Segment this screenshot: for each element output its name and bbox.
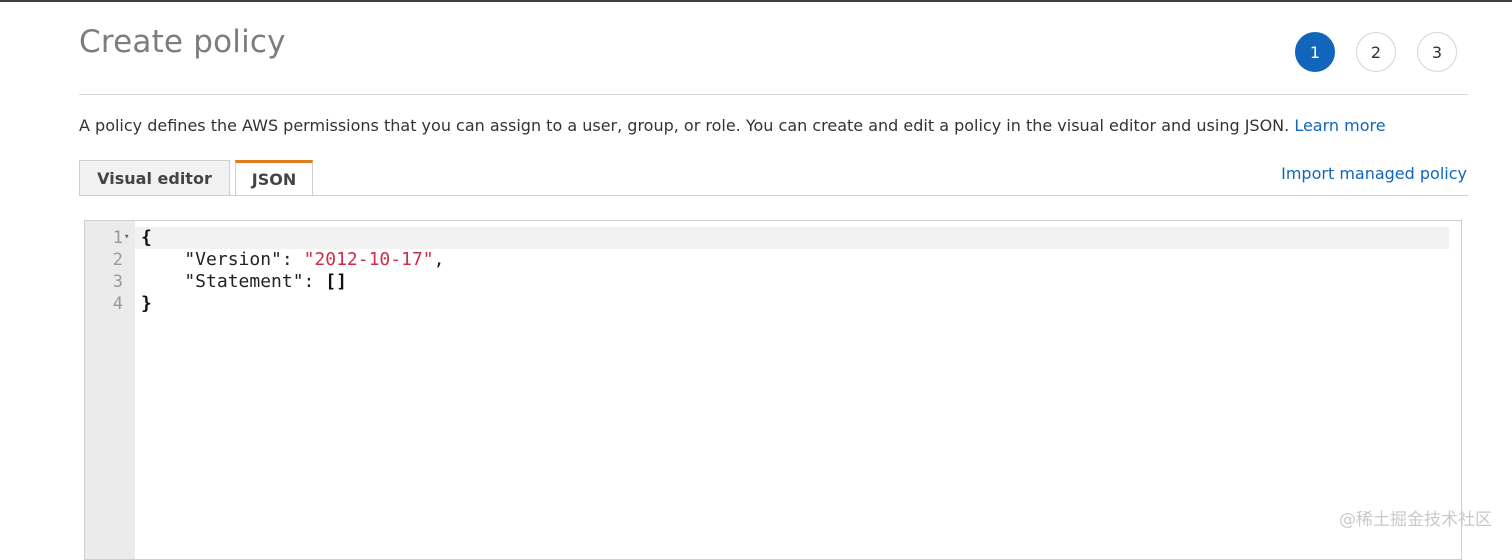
code-line-3[interactable]: "Statement": [] [141,271,347,293]
top-border [0,0,1512,2]
line-number: 3 [112,272,123,292]
title-divider [79,94,1468,95]
tabs-divider [79,195,1468,196]
close-brace: } [141,293,152,314]
version-value: "2012-10-17" [303,249,434,270]
code-line-2[interactable]: "Version": "2012-10-17", [141,249,444,271]
active-line-highlight [135,227,1449,249]
editor-tabs: Visual editor JSON [79,160,313,196]
tab-visual-editor[interactable]: Visual editor [79,160,230,196]
open-brace: { [141,227,152,248]
code-line-1[interactable]: { [141,227,152,249]
json-editor[interactable]: 1 ▾ 2 3 4 { "Version": "2012-10-17", "St… [84,220,1462,560]
step-3[interactable]: 3 [1417,32,1457,72]
version-key: "Version": [141,249,304,270]
tab-json[interactable]: JSON [235,160,313,196]
comma: , [433,249,445,270]
line-number: 4 [112,294,123,314]
policy-description: A policy defines the AWS permissions tha… [79,116,1386,135]
watermark: @稀土掘金技术社区 [1339,510,1492,530]
learn-more-link[interactable]: Learn more [1294,116,1385,135]
line-number: 2 [112,250,123,270]
line-number: 1 [112,228,123,248]
description-text: A policy defines the AWS permissions tha… [79,116,1295,135]
import-managed-policy-link[interactable]: Import managed policy [1281,164,1467,183]
statement-value: [] [325,271,347,292]
wizard-steps: 1 2 3 [1295,32,1457,72]
fold-caret-icon[interactable]: ▾ [124,226,129,248]
statement-key: "Statement": [141,271,326,292]
editor-gutter: 1 ▾ 2 3 4 [85,221,135,559]
step-2[interactable]: 2 [1356,32,1396,72]
step-1[interactable]: 1 [1295,32,1335,72]
page-title: Create policy [79,24,286,60]
code-line-4[interactable]: } [141,293,152,315]
